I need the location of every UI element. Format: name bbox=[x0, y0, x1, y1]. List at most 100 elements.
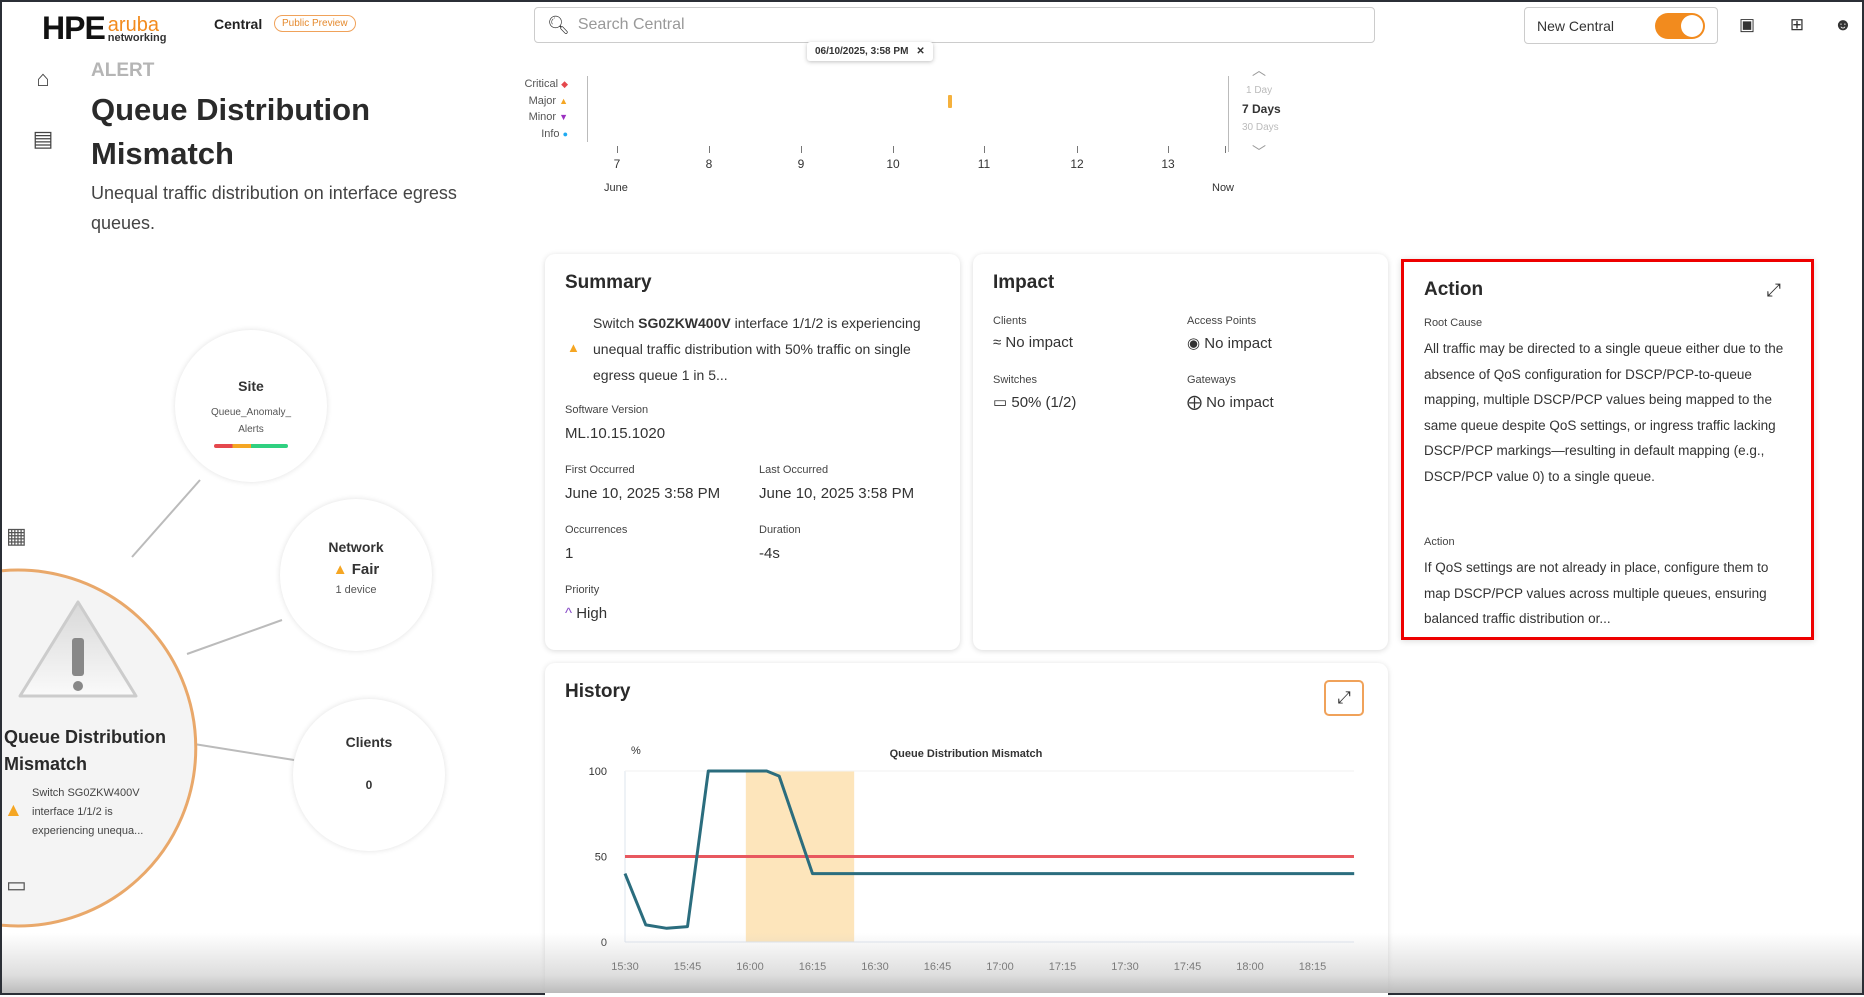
clients-impact: No impact bbox=[1005, 334, 1073, 351]
chart-title: Queue Distribution Mismatch bbox=[890, 748, 1043, 760]
title-line: Mismatch bbox=[91, 136, 234, 171]
close-icon[interactable]: ✕ bbox=[916, 46, 924, 57]
occurrences: 1 bbox=[565, 545, 574, 562]
timeline-now: Now bbox=[1212, 182, 1235, 194]
legend-critical: Critical ◆ bbox=[524, 78, 568, 90]
public-preview-badge: Public Preview bbox=[274, 15, 356, 32]
card-title: History bbox=[565, 681, 631, 702]
search-placeholder: Search Central bbox=[577, 16, 685, 33]
logo-brand: HPE bbox=[42, 10, 106, 46]
search-icon: 🔍︎ bbox=[547, 14, 570, 35]
timeline-day-label: 7 bbox=[613, 157, 621, 171]
range-1-day[interactable]: 1 Day bbox=[1246, 85, 1272, 96]
building-icon[interactable]: ▦ bbox=[6, 523, 27, 549]
new-central-toggle-box[interactable]: New Central bbox=[1524, 7, 1718, 44]
card-title: Action bbox=[1424, 279, 1484, 300]
warning-icon: ▲ bbox=[567, 340, 580, 355]
msg-prefix: Switch bbox=[593, 315, 639, 331]
switches-label: Switches bbox=[993, 374, 1038, 386]
help-icon[interactable]: ▣ bbox=[1736, 14, 1758, 36]
hpe-aruba-logo[interactable]: HPE aruba networking bbox=[42, 12, 166, 44]
legend-label: Critical bbox=[524, 78, 559, 90]
expand-icon[interactable]: ⤢ bbox=[1767, 280, 1781, 301]
dur-label: Duration bbox=[759, 524, 801, 536]
timeline-tick bbox=[617, 146, 618, 153]
timeline-day-label: 8 bbox=[705, 157, 713, 171]
summary-message: Switch SG0ZKW400V interface 1/1/2 is exp… bbox=[593, 310, 933, 388]
timeline-tick bbox=[709, 146, 710, 153]
devices-icon[interactable]: ▤ bbox=[30, 126, 56, 152]
expand-button[interactable]: ⤢ bbox=[1324, 680, 1364, 716]
clients-label: Clients bbox=[993, 315, 1027, 327]
legend-label: Info bbox=[541, 128, 560, 140]
root-cause-text: All traffic may be directed to a single … bbox=[1424, 341, 1784, 484]
series-line bbox=[623, 769, 1355, 930]
y-tick-label: 0 bbox=[601, 937, 607, 949]
summary-card: Summary ▲ Switch SG0ZKW400V interface 1/… bbox=[545, 254, 960, 650]
msg-device: SG0ZKW400V bbox=[638, 315, 731, 331]
minor-icon: ▼ bbox=[559, 112, 568, 122]
site-name: Queue_Anomaly_ Alerts bbox=[210, 407, 292, 435]
home-icon[interactable]: ⌂ bbox=[30, 66, 56, 92]
network-node[interactable]: Network ▲ Fair 1 device bbox=[280, 499, 432, 651]
new-central-toggle[interactable] bbox=[1655, 12, 1705, 39]
timeline-tick bbox=[893, 146, 894, 153]
warning-icon: ▲ bbox=[332, 561, 348, 578]
occ-label: Occurrences bbox=[565, 524, 628, 536]
wifi-icon: ≈ bbox=[993, 334, 1002, 351]
action-label: Action bbox=[1424, 536, 1455, 548]
software-version: ML.10.15.1020 bbox=[565, 425, 666, 442]
timeline-month: June bbox=[604, 182, 628, 194]
user-icon[interactable]: ☻ bbox=[1832, 14, 1854, 36]
legend-minor: Minor ▼ bbox=[529, 111, 568, 123]
site-node[interactable]: Site Queue_Anomaly_ Alerts bbox=[175, 330, 327, 482]
x-tick-label: 17:45 bbox=[1174, 961, 1202, 973]
range-7-days[interactable]: 7 Days bbox=[1242, 102, 1281, 116]
site-label: Site bbox=[238, 378, 264, 394]
x-tick-label: 16:00 bbox=[736, 961, 764, 973]
page-title: Queue Distribution Mismatch bbox=[91, 88, 370, 176]
network-status: Fair bbox=[351, 561, 380, 578]
timeline-day-label: 9 bbox=[797, 157, 805, 171]
switches-impact: 50% (1/2) bbox=[1011, 394, 1077, 411]
main-node-desc: Switch SG0ZKW400V interface 1/1/2 is exp… bbox=[32, 787, 144, 837]
x-tick-label: 17:15 bbox=[1049, 961, 1077, 973]
duration: -4s bbox=[759, 545, 780, 562]
history-chart: 0 50 100 15:30 15:45 16:00 16:15 16:30 16:45 17:0… bbox=[589, 745, 1355, 973]
timeline-event-marker[interactable] bbox=[948, 95, 952, 108]
ap-label: Access Points bbox=[1187, 315, 1257, 327]
search-input[interactable]: 🔍︎ Search Central bbox=[534, 7, 1375, 43]
chevron-up-icon[interactable]: ︿ bbox=[1252, 60, 1266, 80]
x-tick-label: 18:15 bbox=[1299, 961, 1327, 973]
app-name: Central bbox=[214, 16, 263, 32]
chevron-up-icon: ^ bbox=[565, 605, 573, 622]
priority: High bbox=[576, 605, 608, 622]
warning-icon: ▲ bbox=[4, 800, 23, 821]
action-text: If QoS settings are not already in place… bbox=[1424, 560, 1769, 626]
timeline-tick bbox=[1077, 146, 1078, 153]
apps-grid-icon[interactable]: ⊞ bbox=[1786, 14, 1808, 36]
timeline-day-label: 12 bbox=[1070, 157, 1084, 171]
clients-node[interactable]: Clients 0 bbox=[293, 699, 445, 851]
action-card: Action ⤢ Root Cause All traffic may be d… bbox=[1401, 259, 1814, 640]
timeline-axis bbox=[587, 76, 588, 142]
clients-label: Clients bbox=[345, 734, 393, 750]
info-icon: ● bbox=[562, 129, 568, 139]
gw-label: Gateways bbox=[1187, 374, 1236, 386]
legend-label: Minor bbox=[528, 111, 557, 123]
prio-label: Priority bbox=[565, 584, 600, 596]
warning-triangle-icon bbox=[18, 600, 138, 698]
clipboard-icon[interactable]: ▭ bbox=[6, 872, 27, 898]
first-label: First Occurred bbox=[565, 464, 635, 476]
timeline-tick bbox=[984, 146, 985, 153]
card-title: Impact bbox=[993, 272, 1055, 293]
timeline-now-line bbox=[1228, 76, 1229, 152]
range-30-days[interactable]: 30 Days bbox=[1242, 122, 1279, 133]
chevron-down-icon[interactable]: ﹀ bbox=[1252, 142, 1266, 162]
network-label: Network bbox=[328, 539, 384, 555]
new-central-label: New Central bbox=[1537, 17, 1615, 34]
critical-icon: ◆ bbox=[561, 78, 568, 89]
ap-impact: No impact bbox=[1204, 335, 1272, 352]
gw-impact: No impact bbox=[1206, 394, 1274, 411]
x-tick-label: 16:30 bbox=[861, 961, 889, 973]
